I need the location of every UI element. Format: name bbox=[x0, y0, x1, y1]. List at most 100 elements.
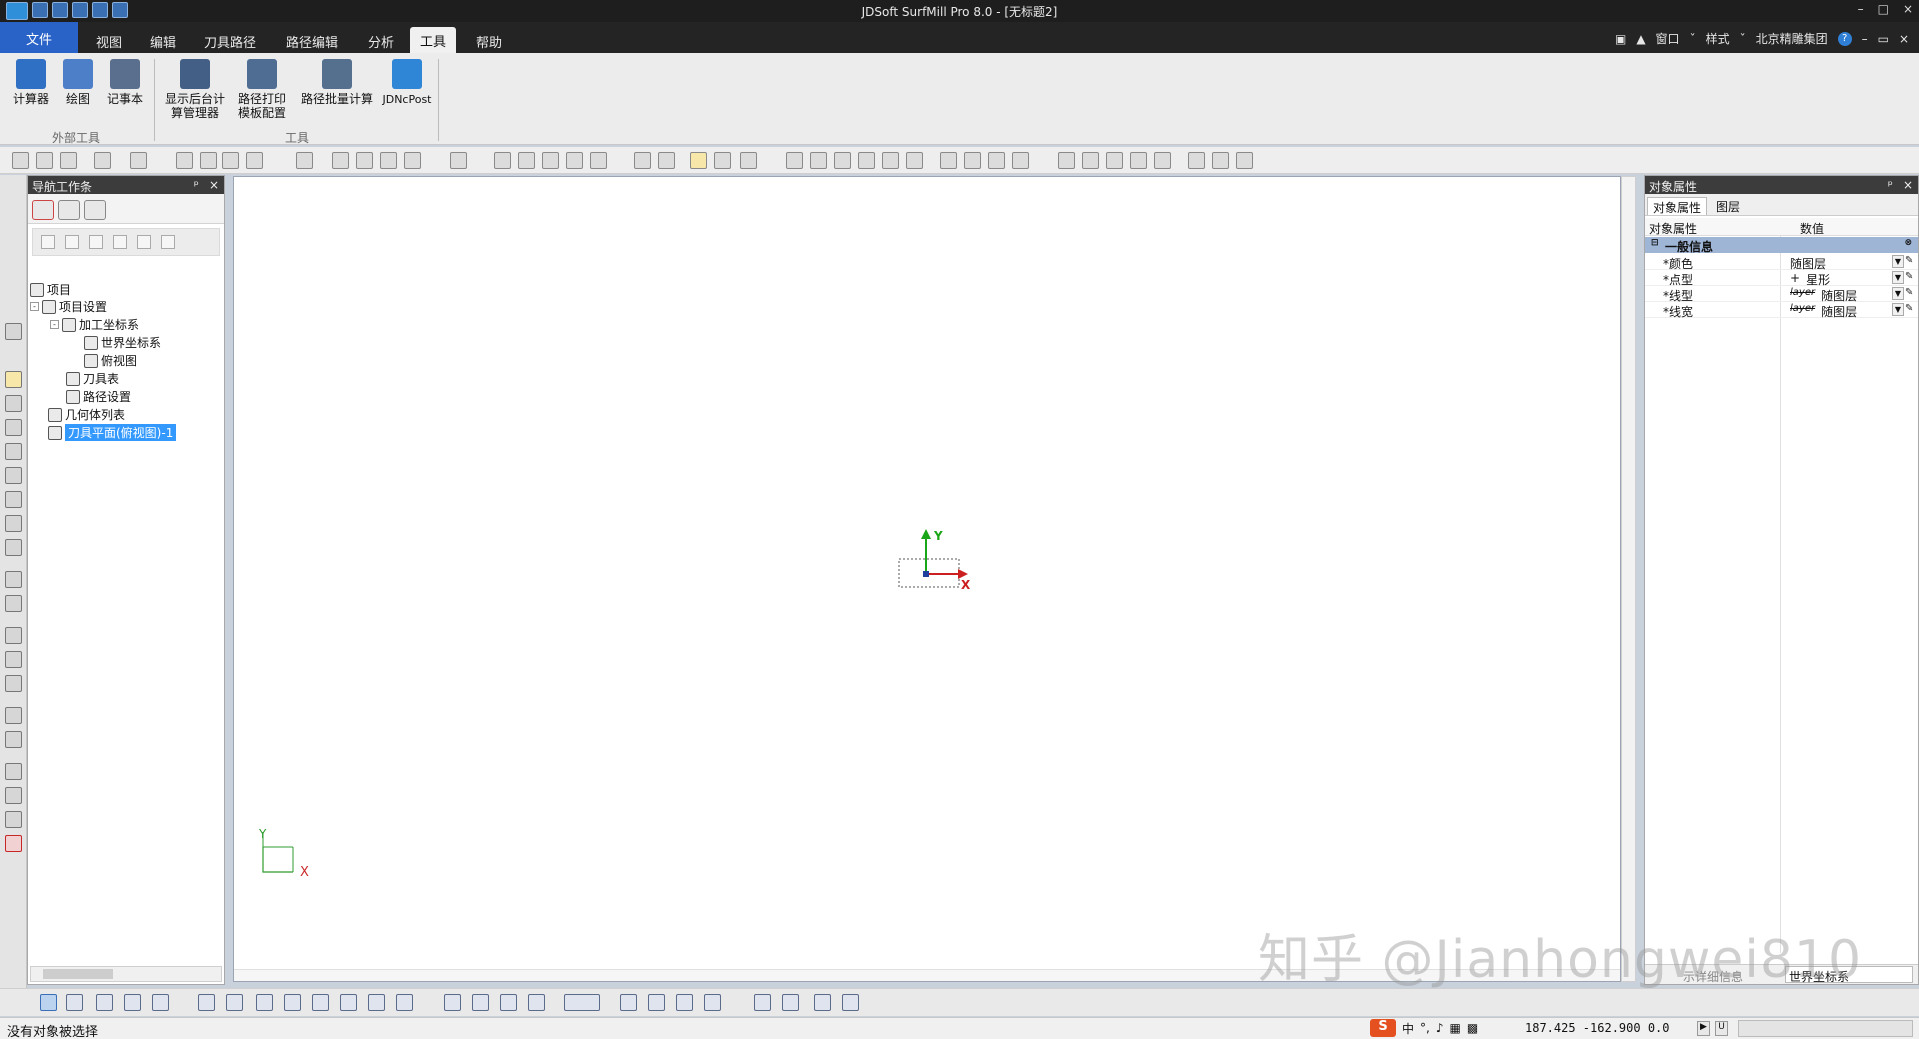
menu-path-edit[interactable]: 路径编辑 bbox=[276, 28, 348, 52]
layer-tool-icon[interactable] bbox=[5, 763, 22, 780]
view-3-icon[interactable] bbox=[676, 994, 693, 1011]
close-button[interactable]: × bbox=[1903, 2, 1913, 16]
tree-item[interactable]: - 加工坐标系 bbox=[50, 316, 139, 333]
surface-3-icon[interactable] bbox=[5, 675, 22, 692]
shaded-icon[interactable] bbox=[518, 152, 535, 169]
pin-icon[interactable]: ᵖ bbox=[1888, 178, 1893, 192]
prop-row-point-type[interactable]: *点型 + 星形 ▼ ✎ bbox=[1645, 270, 1918, 287]
view-front-icon[interactable] bbox=[356, 152, 373, 169]
refresh-icon[interactable] bbox=[1188, 152, 1205, 169]
restore-icon[interactable]: ▣ bbox=[1615, 32, 1626, 46]
capture-icon[interactable] bbox=[1130, 152, 1147, 169]
category-general[interactable]: ⊟ 一般信息 ⊗ bbox=[1645, 237, 1918, 254]
tab-project-icon[interactable] bbox=[32, 200, 54, 220]
view-4-icon[interactable] bbox=[704, 994, 721, 1011]
cut-icon[interactable] bbox=[200, 152, 217, 169]
delete-icon[interactable] bbox=[176, 152, 193, 169]
ime-punctuation-icon[interactable]: °, bbox=[1420, 1021, 1430, 1035]
zoom-window-icon[interactable] bbox=[786, 152, 803, 169]
prop-row-line-type[interactable]: *线型 layer 随图层 ▼ ✎ bbox=[1645, 286, 1918, 303]
graphics-viewport[interactable]: Y X Y X bbox=[233, 176, 1621, 982]
tree-item[interactable]: - 项目设置 bbox=[30, 298, 107, 315]
capture-all-icon[interactable] bbox=[1154, 152, 1171, 169]
arrow-left-icon[interactable] bbox=[1212, 152, 1229, 169]
snap-group-3-icon[interactable] bbox=[396, 994, 413, 1011]
light-green-icon[interactable] bbox=[1082, 152, 1099, 169]
drawing-button[interactable]: 绘图 bbox=[58, 59, 98, 106]
snap-surface-icon[interactable] bbox=[256, 994, 273, 1011]
microphone-icon[interactable]: ♪ bbox=[1436, 1021, 1444, 1035]
collapse-ribbon-icon[interactable]: ▲ bbox=[1636, 32, 1645, 46]
menu-analysis[interactable]: 分析 bbox=[358, 28, 404, 52]
tab-tool-icon[interactable] bbox=[84, 200, 106, 220]
unit-icon[interactable]: U bbox=[1715, 1021, 1728, 1036]
dropdown-icon[interactable]: ▼ bbox=[1892, 255, 1904, 268]
zoom-out-icon[interactable] bbox=[810, 152, 827, 169]
circle-tool-icon[interactable] bbox=[5, 467, 22, 484]
dropdown-icon[interactable]: ▼ bbox=[1892, 271, 1904, 284]
nav-tool-5-icon[interactable] bbox=[137, 235, 151, 249]
select-options-icon[interactable] bbox=[740, 152, 757, 169]
view-iso-icon[interactable] bbox=[404, 152, 421, 169]
scrollbar-thumb[interactable] bbox=[43, 969, 113, 979]
surface-1-icon[interactable] bbox=[5, 627, 22, 644]
polyline-icon[interactable] bbox=[5, 395, 22, 412]
menu-toolpath[interactable]: 刀具路径 bbox=[194, 28, 266, 52]
nav-tool-3-icon[interactable] bbox=[89, 235, 103, 249]
tree-item[interactable]: 路径设置 bbox=[66, 388, 131, 405]
menu-style[interactable]: 样式 bbox=[1706, 30, 1730, 47]
nav-tool-6-icon[interactable] bbox=[161, 235, 175, 249]
menu-view[interactable]: 视图 bbox=[86, 28, 132, 52]
zoom-fit-icon[interactable] bbox=[906, 152, 923, 169]
redo-icon[interactable] bbox=[130, 152, 147, 169]
dropdown-icon[interactable]: ▼ bbox=[1892, 287, 1904, 300]
minimize-button[interactable]: – bbox=[1858, 2, 1864, 16]
tab-object-properties[interactable]: 对象属性 bbox=[1647, 197, 1708, 215]
snap-point-icon[interactable] bbox=[198, 994, 215, 1011]
ime-mode[interactable]: 中 bbox=[1402, 1020, 1414, 1037]
collapse-icon[interactable]: ⊟ bbox=[1651, 238, 1659, 248]
ime-logo-icon[interactable]: S bbox=[1370, 1019, 1396, 1037]
tree-item[interactable]: 世界坐标系 bbox=[84, 334, 161, 351]
keyboard-icon[interactable]: ▦ bbox=[1450, 1021, 1461, 1035]
close-icon[interactable]: × bbox=[1903, 178, 1913, 192]
rotate-center-icon[interactable] bbox=[988, 152, 1005, 169]
tree-item-selected[interactable]: 刀具平面(俯视图)-1 bbox=[48, 424, 177, 441]
doc-close-button[interactable]: × bbox=[1899, 32, 1909, 46]
shade-mode-icon[interactable] bbox=[634, 152, 651, 169]
prop-row-color[interactable]: *颜色 随图层 ▼ ✎ bbox=[1645, 254, 1918, 271]
undo-icon[interactable] bbox=[94, 152, 111, 169]
filter-dropdown[interactable] bbox=[564, 994, 600, 1011]
zoom-previous-icon[interactable] bbox=[858, 152, 875, 169]
select-filter-icon[interactable] bbox=[690, 152, 707, 169]
jdncpost-button[interactable]: JDNcPost bbox=[382, 59, 432, 107]
render-icon[interactable] bbox=[542, 152, 559, 169]
snap-group-1-icon[interactable] bbox=[340, 994, 357, 1011]
arc-tool-icon[interactable] bbox=[5, 491, 22, 508]
snap-curve-icon[interactable] bbox=[226, 994, 243, 1011]
prop-row-line-width[interactable]: *线宽 layer 随图层 ▼ ✎ bbox=[1645, 302, 1918, 319]
eyedropper-icon[interactable]: ✎ bbox=[1905, 271, 1916, 284]
measure-icon[interactable] bbox=[5, 787, 22, 804]
play-icon[interactable]: ▶ bbox=[1697, 1021, 1710, 1036]
maximize-button[interactable]: □ bbox=[1878, 2, 1889, 16]
view-cube-icon[interactable] bbox=[332, 152, 349, 169]
color-cube-icon[interactable] bbox=[658, 152, 675, 169]
point-icon[interactable] bbox=[5, 419, 22, 436]
line-icon[interactable] bbox=[5, 371, 22, 388]
wireframe-icon[interactable] bbox=[494, 152, 511, 169]
new-icon[interactable] bbox=[12, 152, 29, 169]
edit-curve-icon[interactable] bbox=[5, 707, 22, 724]
select-chain-icon[interactable] bbox=[96, 994, 113, 1011]
light-blue-icon[interactable] bbox=[1058, 152, 1075, 169]
dropdown-icon[interactable]: ▼ bbox=[1892, 303, 1904, 316]
grid-icon[interactable] bbox=[5, 571, 22, 588]
view-2-icon[interactable] bbox=[648, 994, 665, 1011]
tree-toggle[interactable]: - bbox=[50, 320, 59, 329]
coordinate-icon[interactable] bbox=[450, 152, 467, 169]
sphere-icon[interactable] bbox=[590, 152, 607, 169]
filter-1-icon[interactable] bbox=[444, 994, 461, 1011]
select-curve-icon[interactable] bbox=[124, 994, 141, 1011]
select-window-icon[interactable] bbox=[714, 152, 731, 169]
tree-item[interactable]: 几何体列表 bbox=[48, 406, 125, 423]
